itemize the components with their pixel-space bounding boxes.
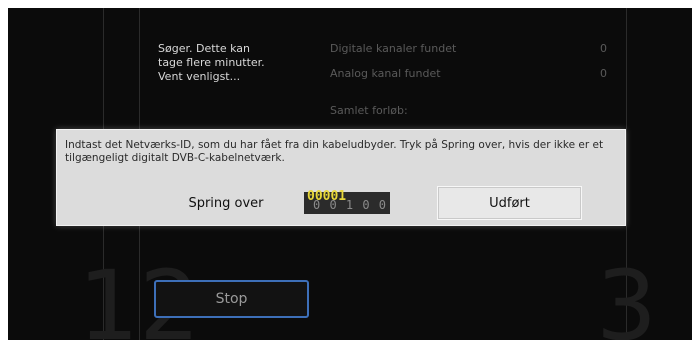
network-id-dialog: Indtast det Netværks-ID, som du har fået… [56, 129, 626, 226]
network-id-input[interactable]: 0 0 1 0 0 00001 [304, 189, 390, 214]
digital-channels-found-count: 0 [600, 42, 607, 55]
digital-channels-found-label: Digitale kanaler fundet [330, 42, 457, 55]
step-number-right: 3 [596, 250, 658, 340]
network-id-value: 00001 [307, 189, 347, 204]
analog-channels-found-label: Analog kanal fundet [330, 67, 441, 80]
stop-button[interactable]: Stop [154, 280, 309, 318]
dialog-message: Indtast det Netværks-ID, som du har fået… [65, 139, 604, 164]
analog-channels-found-count: 0 [600, 67, 607, 80]
tv-screen: 12 3 Søger. Dette kan tage flere minutte… [8, 8, 692, 340]
total-progress-label: Samlet forløb: [330, 104, 408, 117]
done-button[interactable]: Udført [437, 186, 582, 220]
skip-button[interactable]: Spring over [153, 186, 299, 220]
searching-status-text: Søger. Dette kan tage flere minutter. Ve… [158, 42, 265, 83]
